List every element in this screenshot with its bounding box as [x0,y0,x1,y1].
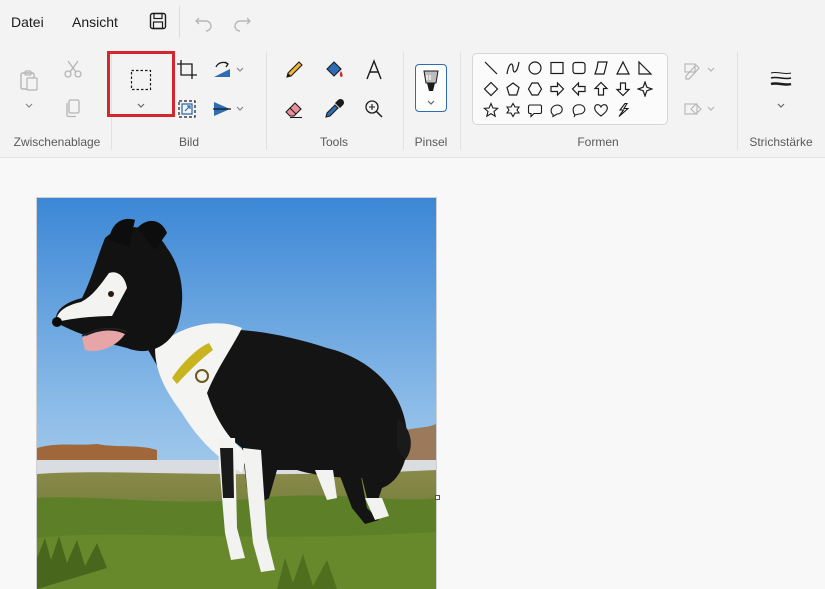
six-point-star-shape-icon[interactable] [505,102,521,118]
shapes-gallery [472,53,668,125]
crop-icon[interactable] [176,59,198,81]
canvas-image[interactable] [37,198,436,589]
group-label-tools: Tools [319,135,348,149]
chevron-down-icon [427,100,435,105]
chevron-down-icon[interactable] [24,102,34,110]
menu-bar: Datei Ansicht [0,0,825,46]
copy-icon[interactable] [62,97,84,119]
lightning-shape-icon[interactable] [615,102,631,118]
scissors-icon[interactable] [62,58,84,80]
chevron-down-icon[interactable] [235,105,245,113]
paste-icon[interactable] [18,69,40,91]
group-separator [460,52,461,150]
chevron-down-icon[interactable] [706,66,716,74]
magnifier-icon[interactable] [363,98,385,120]
rounded-rectangle-shape-icon[interactable] [571,60,587,76]
pentagon-shape-icon[interactable] [505,81,521,97]
arrow-left-shape-icon[interactable] [571,81,587,97]
polygon-shape-icon[interactable] [593,60,609,76]
redo-icon[interactable] [231,10,253,32]
undo-icon[interactable] [193,10,215,32]
brush-button[interactable] [415,64,447,112]
oval-callout-shape-icon[interactable] [549,102,565,118]
outline-icon[interactable] [682,60,704,82]
group-label-strichstaerke: Strichstärke [749,135,813,149]
triangle-shape-icon[interactable] [615,60,631,76]
group-separator [266,52,267,150]
group-label-bild: Bild [178,135,199,149]
dog-photo [37,198,436,589]
arrow-up-shape-icon[interactable] [593,81,609,97]
brush-icon [423,70,439,91]
flip-icon[interactable] [211,98,233,120]
group-label-zwischenablage: Zwischenablage [13,135,101,149]
group-label-formen: Formen [577,135,619,149]
menu-separator [179,6,180,38]
diamond-shape-icon[interactable] [483,81,499,97]
color-picker-icon[interactable] [323,98,345,120]
rectangular-callout-shape-icon[interactable] [527,102,543,118]
five-point-star-shape-icon[interactable] [483,102,499,118]
menu-datei[interactable]: Datei [11,14,44,30]
shape-fill-icon[interactable] [682,99,704,121]
right-triangle-shape-icon[interactable] [637,60,653,76]
chevron-down-icon[interactable] [235,66,245,74]
pencil-icon[interactable] [283,59,305,81]
group-separator [737,52,738,150]
heart-shape-icon[interactable] [593,102,609,118]
selection-tool-highlight [107,51,175,117]
resize-icon[interactable] [176,98,198,120]
arrow-down-shape-icon[interactable] [615,81,631,97]
cloud-callout-shape-icon[interactable] [571,102,587,118]
oval-shape-icon[interactable] [527,60,543,76]
arrow-right-shape-icon[interactable] [549,81,565,97]
menu-ansicht[interactable]: Ansicht [72,14,118,30]
text-icon[interactable] [363,59,385,81]
stroke-size-icon[interactable] [769,69,793,91]
group-label-pinsel: Pinsel [414,135,448,149]
fill-bucket-icon[interactable] [323,59,345,81]
canvas-area[interactable] [0,158,825,589]
hexagon-shape-icon[interactable] [527,81,543,97]
chevron-down-icon[interactable] [706,105,716,113]
rectangle-shape-icon[interactable] [549,60,565,76]
curve-shape-icon[interactable] [505,60,521,76]
save-icon[interactable] [147,10,169,32]
four-point-star-shape-icon[interactable] [637,81,653,97]
canvas-resize-handle[interactable] [435,495,440,500]
chevron-down-icon[interactable] [776,102,786,110]
rotate-icon[interactable] [211,59,233,81]
group-separator [403,52,404,150]
eraser-icon[interactable] [283,98,305,120]
line-shape-icon[interactable] [483,60,499,76]
ribbon: Zwischenablage Bild Tools Pinsel Formen … [0,46,825,158]
